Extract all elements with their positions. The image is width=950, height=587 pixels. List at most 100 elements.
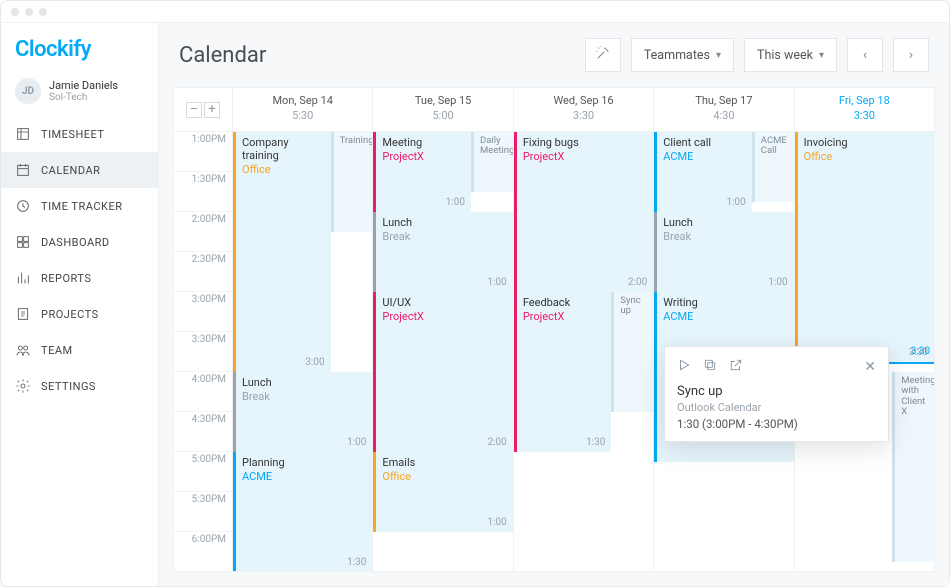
play-icon[interactable]	[677, 357, 691, 376]
calendar-event[interactable]: LunchBreak1:00	[654, 212, 793, 292]
sidebar-item-timesheet[interactable]: TIMESHEET	[1, 116, 158, 152]
time-label: 5:30PM	[174, 492, 232, 532]
calendar-event[interactable]: MeetingProjectX1:00	[373, 132, 471, 212]
day-total: 3:30	[795, 109, 934, 122]
copy-icon[interactable]	[703, 357, 717, 376]
event-title: Fixing bugs	[523, 136, 647, 149]
sidebar-item-reports[interactable]: REPORTS	[1, 260, 158, 296]
event-duration: 1:30	[586, 437, 605, 448]
event-project: ProjectX	[382, 310, 506, 323]
calendar-event[interactable]: InvoicingOffice3:30	[795, 132, 934, 362]
zoom-in-button[interactable]: +	[204, 102, 220, 118]
day-column[interactable]: Fixing bugsProjectX2:00FeedbackProjectX1…	[513, 132, 653, 571]
sidebar-item-label: SETTINGS	[41, 380, 96, 393]
calendar-event[interactable]: EmailsOffice1:00	[373, 452, 512, 532]
event-project: ACME	[242, 470, 366, 483]
event-duration: 1:00	[446, 197, 465, 208]
day-total: 5:00	[373, 109, 512, 122]
event-project: Break	[382, 230, 506, 243]
zoom-controls: – +	[174, 88, 232, 131]
filter-button[interactable]	[585, 38, 621, 72]
calendar-event[interactable]: Meeting with Client X	[892, 372, 934, 562]
day-total: 4:30	[654, 109, 793, 122]
event-duration: 1:00	[488, 277, 507, 288]
time-label: 2:00PM	[174, 212, 232, 252]
event-duration: 1:00	[727, 197, 746, 208]
sidebar-item-settings[interactable]: SETTINGS	[1, 368, 158, 404]
calendar-event[interactable]: Fixing bugsProjectX2:00	[514, 132, 653, 292]
close-icon[interactable]: ✕	[864, 359, 876, 375]
calendar-event[interactable]: LunchBreak1:00	[373, 212, 512, 292]
event-duration: 1:30	[347, 557, 366, 568]
calendar-event[interactable]: Company trainingOffice3:00	[233, 132, 331, 372]
day-label: Wed, Sep 16	[514, 94, 653, 107]
calendar-event[interactable]: UI/UXProjectX 2:00	[373, 292, 512, 452]
sidebar-icon	[15, 270, 31, 286]
sidebar: Clockify JD Jamie Daniels Sol-Tech TIMES…	[1, 23, 159, 586]
day-total: 5:30	[233, 109, 372, 122]
next-button[interactable]: ›	[893, 38, 929, 72]
sidebar-item-label: TIMESHEET	[41, 128, 104, 141]
chevron-down-icon: ▾	[716, 50, 721, 61]
app-window: Clockify JD Jamie Daniels Sol-Tech TIMES…	[0, 0, 950, 587]
zoom-out-button[interactable]: –	[186, 102, 202, 118]
event-title: Feedback	[523, 296, 606, 309]
event-title: Invoicing	[804, 136, 928, 149]
day-column[interactable]: Company trainingOffice3:00Training LunchB…	[232, 132, 372, 571]
event-title: Writing	[663, 296, 787, 309]
calendar-event[interactable]: LunchBreak1:00	[233, 372, 372, 452]
day-label: Thu, Sep 17	[654, 94, 793, 107]
sidebar-item-label: PROJECTS	[41, 308, 99, 321]
user-block[interactable]: JD Jamie Daniels Sol-Tech	[1, 74, 158, 116]
calendar-event[interactable]: Sync up	[611, 292, 653, 412]
calendar-event[interactable]: Client callACME1:00	[654, 132, 752, 212]
event-title: Sync up	[620, 296, 647, 317]
event-project: ACME	[663, 310, 787, 323]
open-icon[interactable]	[729, 357, 743, 376]
sidebar-icon	[15, 162, 31, 178]
sidebar-icon	[15, 234, 31, 250]
event-title: Client call	[663, 136, 746, 149]
day-header: Fri, Sep 183:30	[794, 88, 934, 131]
calendar-event[interactable]: Training	[331, 132, 373, 232]
event-project: Office	[804, 150, 928, 163]
event-project: ProjectX	[382, 150, 465, 163]
event-duration: 2:00	[488, 437, 507, 448]
sidebar-item-dashboard[interactable]: DASHBOARD	[1, 224, 158, 260]
prev-button[interactable]: ‹	[847, 38, 883, 72]
time-label: 1:30PM	[174, 172, 232, 212]
sidebar-icon	[15, 126, 31, 142]
day-label: Tue, Sep 15	[373, 94, 512, 107]
day-header: Mon, Sep 14 5:30	[232, 88, 372, 131]
calendar-event[interactable]: Daily Meeting	[471, 132, 513, 192]
sidebar-item-team[interactable]: TEAM	[1, 332, 158, 368]
day-label: Mon, Sep 14	[233, 94, 372, 107]
window-dot	[11, 8, 19, 16]
calendar-event[interactable]: PlanningACME1:30	[233, 452, 372, 572]
sidebar-item-label: DASHBOARD	[41, 236, 110, 249]
range-dropdown[interactable]: This week ▾	[744, 38, 837, 72]
sidebar-item-projects[interactable]: PROJECTS	[1, 296, 158, 332]
teammates-dropdown[interactable]: Teammates ▾	[631, 38, 734, 72]
user-company: Sol-Tech	[49, 92, 118, 103]
sidebar-icon	[15, 378, 31, 394]
event-project: Office	[242, 163, 325, 176]
calendar-event[interactable]: FeedbackProjectX1:30	[514, 292, 612, 452]
sidebar-item-calendar[interactable]: CALENDAR	[1, 152, 158, 188]
calendar-event[interactable]: ACME Call	[752, 132, 794, 202]
time-label: 3:00PM	[174, 292, 232, 332]
day-column[interactable]: MeetingProjectX1:00Daily MeetingLunchBre…	[372, 132, 512, 571]
sidebar-icon	[15, 306, 31, 322]
sidebar-item-time-tracker[interactable]: TIME TRACKER	[1, 188, 158, 224]
sidebar-item-label: REPORTS	[41, 272, 91, 285]
event-duration: 1:00	[768, 277, 787, 288]
event-title: Meeting with Client X	[901, 376, 928, 418]
event-duration: 1:00	[488, 517, 507, 528]
event-popup: ✕ Sync up Outlook Calendar 1:30 (3:00PM …	[664, 346, 889, 442]
day-header: Wed, Sep 163:30	[513, 88, 653, 131]
sidebar-item-label: CALENDAR	[41, 164, 100, 177]
event-title: UI/UX	[382, 296, 506, 309]
popup-title: Sync up	[677, 384, 876, 399]
event-project: ProjectX	[523, 150, 647, 163]
day-header: Tue, Sep 15 5:00	[372, 88, 512, 131]
